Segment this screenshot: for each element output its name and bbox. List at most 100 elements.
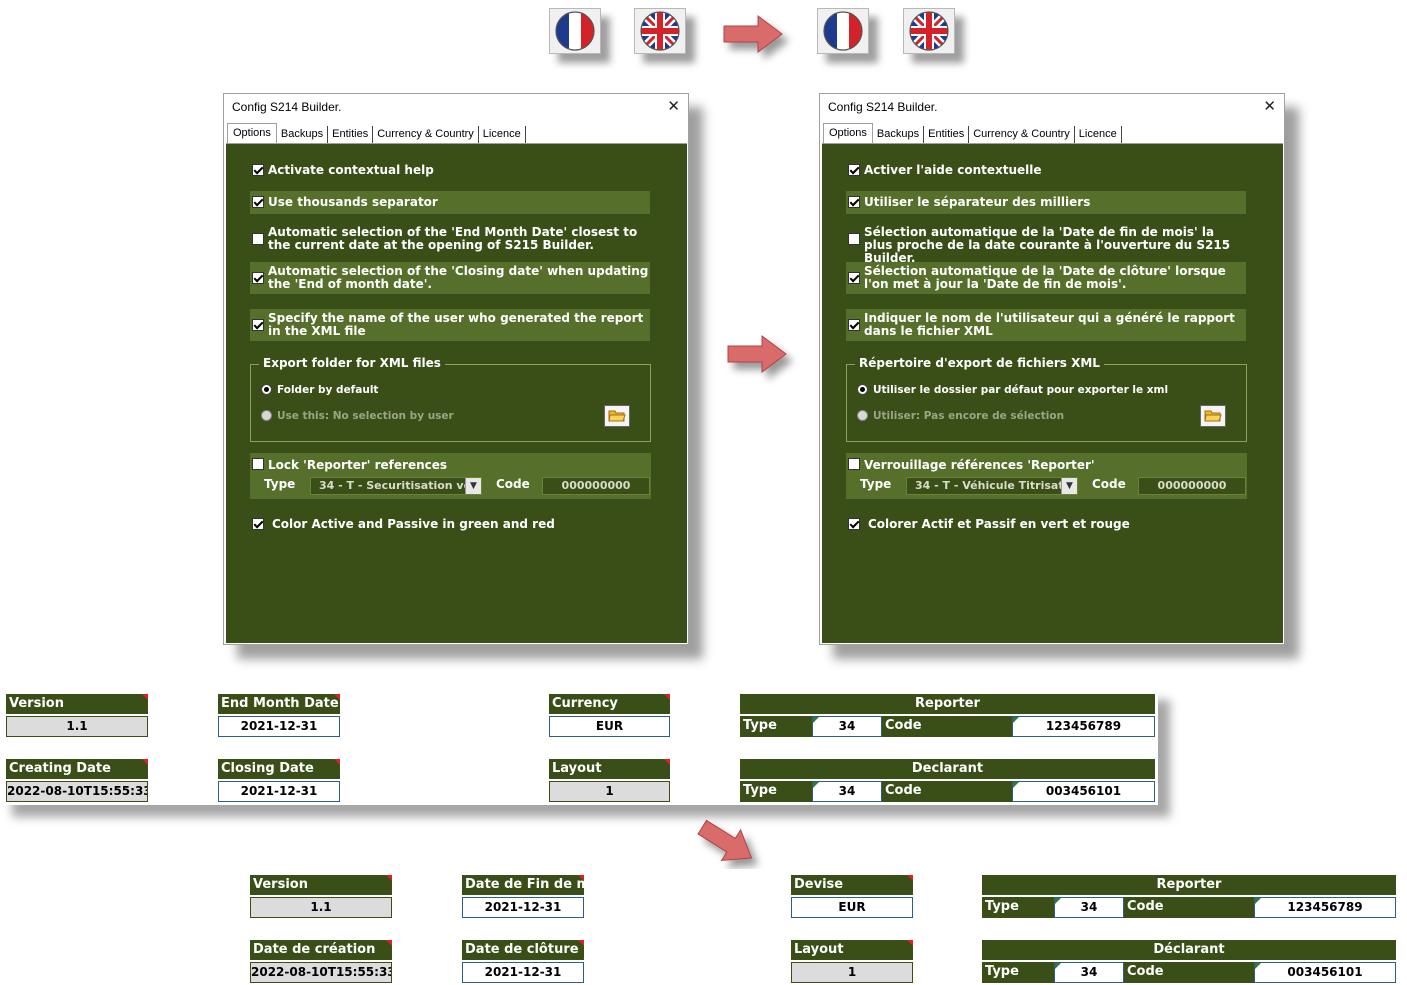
tab-backups[interactable]: Backups <box>873 126 925 143</box>
radio-button[interactable] <box>857 384 868 395</box>
reporter-code-cell[interactable]: 123456789 <box>1254 897 1396 918</box>
option-user-name-xml[interactable]: Indiquer le nom de l'utilisateur qui a g… <box>846 309 1246 341</box>
export-folder-group: Répertoire d'export de fichiers XML Util… <box>846 356 1247 442</box>
creating-date-header: Creating Date <box>6 759 148 779</box>
type-label: Type <box>740 716 812 737</box>
creating-date-cell[interactable]: 2022-08-10T15:55:33 <box>250 962 392 983</box>
flag-fr-button[interactable] <box>549 8 601 54</box>
declarant-type-cell[interactable]: 34 <box>812 781 882 802</box>
radio-button[interactable] <box>261 410 272 421</box>
tab-licence[interactable]: Licence <box>1075 126 1122 143</box>
config-dialog-fr: Config S214 Builder. ✕ Options Backups E… <box>819 93 1285 645</box>
declarant-type-cell[interactable]: 34 <box>1054 962 1124 983</box>
uk-flag-icon <box>909 11 949 51</box>
options-panel: Activate contextual help Use thousands s… <box>226 143 687 643</box>
version-cell[interactable]: 1.1 <box>250 897 392 918</box>
type-select[interactable]: 34 - T - Securitisation vehicle ▼ <box>310 477 482 495</box>
option-contextual-help[interactable]: Activer l'aide contextuelle <box>846 164 1246 177</box>
radio-folder-default[interactable]: Folder by default <box>261 384 378 396</box>
type-select[interactable]: 34 - T - Véhicule Titrisation ▼ <box>906 477 1078 495</box>
declarant-header: Declarant <box>740 759 1155 779</box>
option-thousands-separator[interactable]: Utiliser le séparateur des milliers <box>846 191 1246 214</box>
option-closing-date-auto[interactable]: Sélection automatique de la 'Date de clô… <box>846 262 1246 294</box>
reporter-header: Reporter <box>740 694 1155 714</box>
tab-bar: Options Backups Entities Currency & Coun… <box>823 123 1122 143</box>
checkbox[interactable] <box>252 196 264 208</box>
checkbox[interactable] <box>848 518 860 530</box>
code-field[interactable]: 000000000 <box>542 477 650 495</box>
radio-folder-default[interactable]: Utiliser le dossier par défaut pour expo… <box>857 384 1168 396</box>
type-label: Type <box>264 477 296 491</box>
radio-use-this[interactable]: Use this: No selection by user <box>261 410 454 422</box>
tab-options[interactable]: Options <box>823 123 873 143</box>
option-end-month-auto[interactable]: Automatic selection of the 'End Month Da… <box>250 226 650 252</box>
chevron-down-icon[interactable]: ▼ <box>465 478 481 494</box>
reporter-code-cell[interactable]: 123456789 <box>1012 716 1155 737</box>
layout-cell[interactable]: 1 <box>549 781 670 802</box>
checkbox[interactable] <box>848 196 860 208</box>
browse-folder-button[interactable] <box>604 405 630 427</box>
option-label: Sélection automatique de la 'Date de fin… <box>864 225 1231 265</box>
checkbox[interactable] <box>848 319 860 331</box>
type-label: Type <box>860 477 892 491</box>
currency-cell[interactable]: EUR <box>549 716 670 737</box>
option-end-month-auto[interactable]: Sélection automatique de la 'Date de fin… <box>846 226 1246 265</box>
close-icon[interactable]: ✕ <box>667 97 680 115</box>
layout-cell[interactable]: 1 <box>791 962 913 983</box>
checkbox[interactable] <box>252 233 264 245</box>
tab-backups[interactable]: Backups <box>277 126 329 143</box>
version-header: Version <box>250 875 392 895</box>
option-thousands-separator[interactable]: Use thousands separator <box>250 191 650 214</box>
option-color-active-passive[interactable]: Colorer Actif et Passif en vert et rouge <box>846 518 1246 531</box>
radio-use-this[interactable]: Utiliser: Pas encore de sélection <box>857 410 1064 422</box>
reporter-type-cell[interactable]: 34 <box>1054 897 1124 918</box>
tab-licence[interactable]: Licence <box>479 126 526 143</box>
radio-button[interactable] <box>857 410 868 421</box>
chevron-down-icon[interactable]: ▼ <box>1061 478 1077 494</box>
closing-date-cell[interactable]: 2021-12-31 <box>218 781 340 802</box>
end-month-date-cell[interactable]: 2021-12-31 <box>218 716 340 737</box>
tab-currency-country[interactable]: Currency & Country <box>969 126 1075 143</box>
close-icon[interactable]: ✕ <box>1263 97 1276 115</box>
checkbox[interactable] <box>252 272 264 284</box>
end-month-date-cell[interactable]: 2021-12-31 <box>462 897 584 918</box>
checkbox[interactable] <box>252 518 264 530</box>
closing-date-cell[interactable]: 2021-12-31 <box>462 962 584 983</box>
currency-cell[interactable]: EUR <box>791 897 913 918</box>
version-cell[interactable]: 1.1 <box>6 716 148 737</box>
flag-fr-button-after[interactable] <box>817 8 869 54</box>
closing-date-header: Closing Date <box>218 759 340 779</box>
checkbox[interactable] <box>848 458 860 470</box>
tab-options[interactable]: Options <box>227 123 277 143</box>
tab-currency-country[interactable]: Currency & Country <box>373 126 479 143</box>
declarant-code-cell[interactable]: 003456101 <box>1012 781 1155 802</box>
code-field[interactable]: 000000000 <box>1138 477 1246 495</box>
checkbox[interactable] <box>252 458 264 470</box>
checkbox[interactable] <box>252 319 264 331</box>
option-label: Automatic selection of the 'End Month Da… <box>268 225 638 252</box>
option-label: Use thousands separator <box>268 195 438 209</box>
declarant-header: Déclarant <box>982 940 1396 960</box>
checkbox[interactable] <box>848 164 860 176</box>
group-title: Export folder for XML files <box>259 356 445 370</box>
tab-entities[interactable]: Entities <box>328 126 374 143</box>
browse-folder-button[interactable] <box>1200 405 1226 427</box>
radio-button[interactable] <box>261 384 272 395</box>
reporter-type-cell[interactable]: 34 <box>812 716 882 737</box>
option-contextual-help[interactable]: Activate contextual help <box>250 164 650 177</box>
checkbox[interactable] <box>848 272 860 284</box>
creating-date-cell[interactable]: 2022-08-10T15:55:33 <box>6 781 148 802</box>
reporter-header: Reporter <box>982 875 1396 895</box>
checkbox[interactable] <box>848 233 860 245</box>
declarant-code-cell[interactable]: 003456101 <box>1254 962 1396 983</box>
flag-uk-button-after[interactable] <box>903 8 955 54</box>
code-label: Code <box>882 781 1012 802</box>
radio-label: Utiliser le dossier par défaut pour expo… <box>873 384 1169 396</box>
flag-uk-button[interactable] <box>634 8 686 54</box>
option-closing-date-auto[interactable]: Automatic selection of the 'Closing date… <box>250 262 650 294</box>
option-user-name-xml[interactable]: Specify the name of the user who generat… <box>250 309 650 341</box>
dialog-title: Config S214 Builder. <box>828 100 938 114</box>
option-color-active-passive[interactable]: Color Active and Passive in green and re… <box>250 518 650 531</box>
checkbox[interactable] <box>252 164 264 176</box>
tab-entities[interactable]: Entities <box>924 126 970 143</box>
